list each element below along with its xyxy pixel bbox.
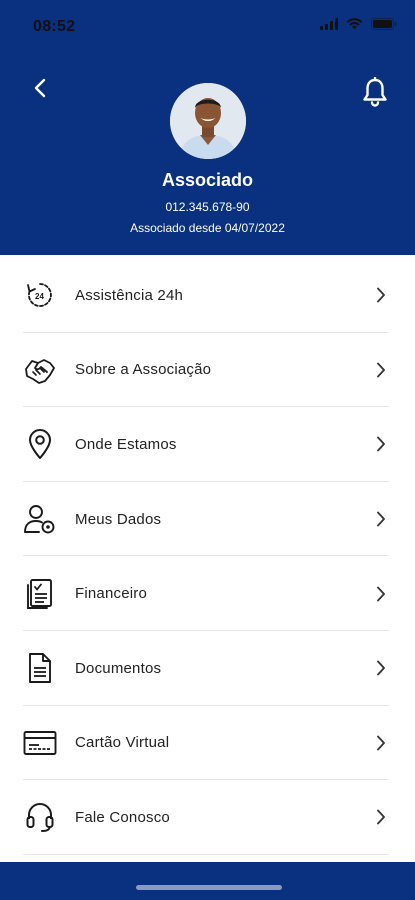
menu-item-financeiro[interactable]: Financeiro	[0, 556, 415, 631]
card-icon	[23, 726, 57, 760]
status-time: 08:52	[33, 18, 76, 35]
menu-item-label: Onde Estamos	[75, 435, 177, 453]
menu-item-onde-estamos[interactable]: Onde Estamos	[0, 407, 415, 482]
wifi-icon	[346, 18, 363, 30]
notifications-button[interactable]	[361, 77, 389, 107]
chevron-right-icon	[374, 361, 388, 379]
document-icon	[23, 651, 57, 685]
headset-icon	[23, 800, 57, 834]
chevron-right-icon	[374, 734, 388, 752]
chevron-right-icon	[374, 286, 388, 304]
battery-icon	[371, 18, 397, 30]
menu-item-label: Cartão Virtual	[75, 734, 170, 752]
avatar-photo	[170, 83, 246, 159]
footer-bar	[0, 862, 415, 900]
menu-item-label: Assistência 24h	[75, 286, 184, 304]
chevron-right-icon	[374, 585, 388, 603]
menu-item-label: Financeiro	[75, 585, 148, 603]
menu-item-label: Meus Dados	[75, 510, 162, 528]
back-button[interactable]	[28, 76, 52, 100]
chevron-right-icon	[374, 808, 388, 826]
chevron-right-icon	[374, 435, 388, 453]
profile-name: Associado	[161, 170, 254, 190]
menu-item-documentos[interactable]: Documentos	[0, 631, 415, 706]
avatar	[170, 83, 246, 159]
signal-icon	[320, 18, 338, 30]
chevron-right-icon	[374, 659, 388, 677]
profile-id-number: 012.345.678-90	[165, 200, 250, 214]
location-pin-icon	[23, 427, 57, 461]
menu-list: 24 Assistência 24h Sobre a Associação On…	[0, 258, 415, 855]
menu-item-assistencia[interactable]: 24 Assistência 24h	[0, 258, 415, 333]
chevron-right-icon	[374, 510, 388, 528]
handshake-icon	[23, 353, 57, 387]
bell-icon	[363, 77, 387, 107]
menu-item-sobre[interactable]: Sobre a Associação	[0, 333, 415, 408]
menu-item-label: Documentos	[75, 659, 162, 677]
financial-checklist-icon	[23, 577, 57, 611]
menu-item-cartao-virtual[interactable]: Cartão Virtual	[0, 706, 415, 781]
menu-item-label: Fale Conosco	[75, 808, 170, 826]
clock-24h-icon: 24	[23, 278, 57, 312]
home-indicator[interactable]	[136, 885, 282, 890]
user-settings-icon	[23, 502, 57, 536]
member-since: Associado desde 04/07/2022	[130, 221, 285, 235]
divider	[23, 853, 389, 855]
menu-item-meus-dados[interactable]: Meus Dados	[0, 482, 415, 557]
status-icons	[320, 18, 397, 30]
profile-header: 08:52 Associado 012.345.678-90 Associado…	[0, 0, 415, 255]
chevron-left-icon	[34, 78, 46, 98]
svg-text:24: 24	[35, 292, 44, 301]
menu-item-label: Sobre a Associação	[75, 361, 212, 379]
menu-item-fale-conosco[interactable]: Fale Conosco	[0, 780, 415, 855]
